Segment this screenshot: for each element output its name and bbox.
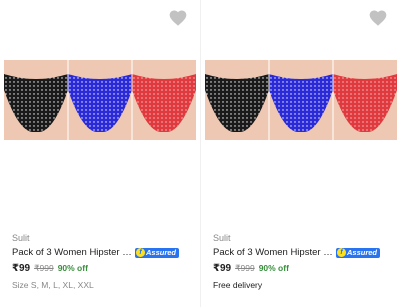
original-price: ₹999	[235, 263, 255, 273]
discount-label: 90% off	[258, 263, 289, 273]
product-info: Sulit Pack of 3 Women Hipster Mult... f …	[12, 232, 194, 290]
assured-badge: f Assured	[336, 247, 381, 258]
assured-label: Assured	[347, 247, 378, 257]
product-brand: Sulit	[213, 233, 231, 243]
discount-label: 90% off	[57, 263, 88, 273]
selling-price: ₹99	[213, 263, 232, 274]
product-grid: Sulit Pack of 3 Women Hipster Mult... f …	[0, 0, 400, 307]
product-title[interactable]: Pack of 3 Women Hipster Mult...	[12, 246, 134, 259]
assured-icon: f	[337, 248, 346, 257]
selling-price: ₹99	[12, 263, 31, 274]
product-image[interactable]	[4, 60, 196, 140]
product-card[interactable]: Sulit Pack of 3 Women Hipster Mult... f …	[0, 0, 200, 307]
product-title[interactable]: Pack of 3 Women Hipster Mult...	[213, 246, 335, 259]
assured-icon: f	[136, 248, 145, 257]
product-info: Sulit Pack of 3 Women Hipster Mult... f …	[213, 232, 395, 290]
assured-badge: f Assured	[135, 247, 180, 258]
delivery-info: Free delivery	[213, 280, 263, 290]
heart-icon[interactable]	[368, 8, 388, 28]
assured-label: Assured	[146, 247, 177, 257]
product-card[interactable]: Sulit Pack of 3 Women Hipster Mult... f …	[200, 0, 400, 307]
size-info: Size S, M, L, XL, XXL	[12, 280, 94, 290]
product-brand: Sulit	[12, 233, 30, 243]
original-price: ₹999	[34, 263, 54, 273]
product-image[interactable]	[205, 60, 397, 140]
heart-icon[interactable]	[168, 8, 188, 28]
